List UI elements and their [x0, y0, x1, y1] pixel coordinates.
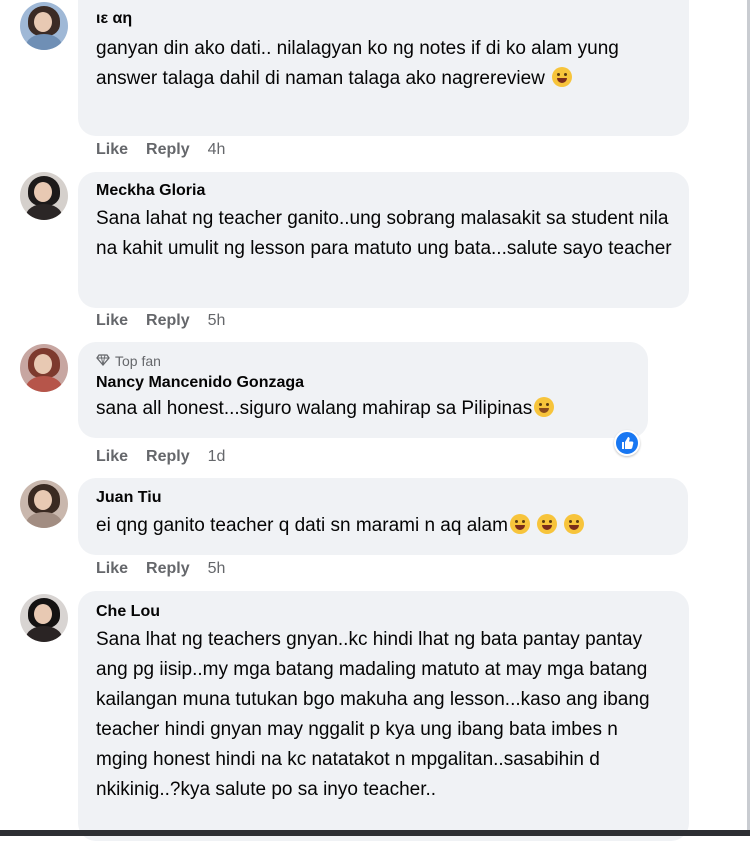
comment-author[interactable]: Nancy Mancenido Gonzaga: [96, 372, 634, 394]
window-edge-bottom: [0, 830, 750, 836]
reply-button[interactable]: Reply: [146, 560, 190, 578]
avatar[interactable]: [20, 172, 68, 220]
comment-actions: Like Reply 4h: [96, 141, 225, 159]
comment-author[interactable]: Che Lou: [96, 601, 675, 623]
comment-bubble: ιε αη ganyan din ako dati.. nilalagyan k…: [78, 0, 689, 136]
comment-timestamp[interactable]: 1d: [208, 448, 226, 466]
comment-text: sana all honest...siguro walang mahirap …: [96, 394, 634, 424]
comment-bubble: Che Lou Sana lhat ng teachers gnyan..kc …: [78, 591, 689, 841]
reply-button[interactable]: Reply: [146, 312, 190, 330]
grinning-face-icon: [509, 514, 530, 534]
comment-author[interactable]: Meckha Gloria: [96, 180, 675, 202]
like-reaction-icon[interactable]: [614, 430, 640, 456]
comment-bubble: Meckha Gloria Sana lahat ng teacher gani…: [78, 172, 689, 308]
smiling-face-icon: [534, 397, 555, 417]
top-fan-label: Top fan: [115, 353, 161, 369]
comment-bubble: Juan Tiu ei qng ganito teacher q dati sn…: [78, 478, 688, 555]
comment-actions: Like Reply 1d: [96, 448, 225, 466]
comment-text: ei qng ganito teacher q dati sn marami n…: [96, 511, 674, 541]
like-button[interactable]: Like: [96, 312, 128, 330]
comment-timestamp[interactable]: 4h: [208, 141, 226, 159]
reply-button[interactable]: Reply: [146, 141, 190, 159]
comment-text: Sana lahat ng teacher ganito..ung sobran…: [96, 208, 672, 259]
comment-timestamp[interactable]: 5h: [208, 560, 226, 578]
reply-button[interactable]: Reply: [146, 448, 190, 466]
laughing-face-icon: [552, 67, 573, 87]
like-button[interactable]: Like: [96, 560, 128, 578]
comment-actions: Like Reply 5h: [96, 560, 225, 578]
comment-timestamp[interactable]: 5h: [208, 312, 226, 330]
avatar[interactable]: [20, 480, 68, 528]
grinning-face-icon: [537, 514, 558, 534]
comment-text: ganyan din ako dati.. nilalagyan ko ng n…: [96, 38, 619, 89]
diamond-icon: [96, 353, 110, 369]
grinning-face-icon: [564, 514, 585, 534]
avatar[interactable]: [20, 2, 68, 50]
avatar[interactable]: [20, 594, 68, 642]
avatar[interactable]: [20, 344, 68, 392]
comment-actions: Like Reply 5h: [96, 312, 225, 330]
top-fan-badge: Top fan: [96, 352, 634, 370]
comment-bubble: Top fan Nancy Mancenido Gonzaga sana all…: [78, 342, 648, 438]
like-button[interactable]: Like: [96, 141, 128, 159]
comment-text: Sana lhat ng teachers gnyan..kc hindi lh…: [96, 629, 650, 800]
comment-author[interactable]: ιε αη: [96, 8, 675, 30]
like-button[interactable]: Like: [96, 448, 128, 466]
comment-author[interactable]: Juan Tiu: [96, 487, 674, 509]
